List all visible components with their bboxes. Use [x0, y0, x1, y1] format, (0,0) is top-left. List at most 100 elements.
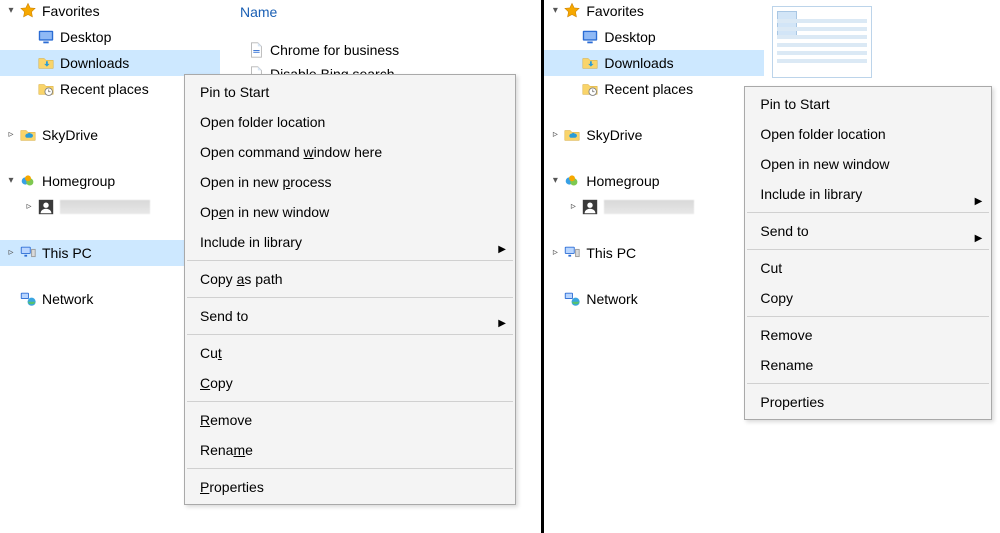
- menu-copy-as-path[interactable]: Copy as path: [186, 264, 514, 294]
- menu-open-folder-location[interactable]: Open folder location: [186, 107, 514, 137]
- network-label: Network: [42, 286, 101, 312]
- tree-item-homegroup[interactable]: ▾ Homegroup: [544, 168, 764, 194]
- menu-separator: [187, 260, 513, 261]
- menu-pin-to-start[interactable]: Pin to Start: [186, 77, 514, 107]
- chevron-right-icon: ▹: [4, 128, 18, 142]
- menu-separator: [187, 334, 513, 335]
- menu-separator: [187, 401, 513, 402]
- this-pc-label: This PC: [42, 240, 100, 266]
- star-icon: [562, 1, 582, 21]
- downloads-label: Downloads: [604, 50, 681, 76]
- homegroup-icon: [562, 171, 582, 191]
- menu-open-new-window[interactable]: Open in new window: [186, 197, 514, 227]
- pane-extended-menu: ▾ Favorites Desktop Downloads Recent pla…: [0, 0, 541, 533]
- menu-open-new-process[interactable]: Open in new process: [186, 167, 514, 197]
- menu-separator: [187, 468, 513, 469]
- menu-separator: [747, 249, 989, 250]
- tree-item-desktop[interactable]: Desktop: [0, 24, 220, 50]
- network-icon: [18, 289, 38, 309]
- chevron-right-icon: ▹: [548, 246, 562, 260]
- recent-places-icon: [580, 79, 600, 99]
- menu-rename[interactable]: Rename: [186, 435, 514, 465]
- homegroup-icon: [18, 171, 38, 191]
- star-icon: [18, 1, 38, 21]
- menu-include-in-library[interactable]: Include in library▶: [746, 179, 990, 209]
- user-icon: [36, 197, 56, 217]
- menu-copy[interactable]: Copy: [186, 368, 514, 398]
- downloads-folder-icon: [36, 53, 56, 73]
- user-icon: [580, 197, 600, 217]
- desktop-icon: [36, 27, 56, 47]
- this-pc-label: This PC: [586, 240, 644, 266]
- downloads-label: Downloads: [60, 50, 137, 76]
- context-menu-extended: Pin to Start Open folder location Open c…: [184, 74, 516, 505]
- chevron-down-icon: ▾: [548, 174, 562, 188]
- network-label: Network: [586, 286, 645, 312]
- skydrive-icon: [562, 125, 582, 145]
- desktop-icon: [580, 27, 600, 47]
- menu-pin-to-start[interactable]: Pin to Start: [746, 89, 990, 119]
- menu-properties[interactable]: Properties: [186, 472, 514, 502]
- menu-open-command-window[interactable]: Open command window here: [186, 137, 514, 167]
- homegroup-label: Homegroup: [586, 168, 667, 194]
- skydrive-label: SkyDrive: [42, 122, 106, 148]
- recent-places-icon: [36, 79, 56, 99]
- menu-separator: [747, 316, 989, 317]
- username-redacted: [60, 200, 150, 214]
- tree-item-user[interactable]: ▹: [544, 194, 764, 220]
- tree-item-this-pc[interactable]: ▹ This PC: [544, 240, 764, 266]
- menu-remove[interactable]: Remove: [186, 405, 514, 435]
- skydrive-label: SkyDrive: [586, 122, 650, 148]
- tree-item-recent-places[interactable]: Recent places: [544, 76, 764, 102]
- chevron-right-icon: ▹: [566, 200, 580, 214]
- username-redacted: [604, 200, 694, 214]
- chevron-down-icon: ▾: [4, 4, 18, 18]
- desktop-label: Desktop: [60, 24, 119, 50]
- desktop-label: Desktop: [604, 24, 663, 50]
- chevron-right-icon: ▹: [548, 128, 562, 142]
- chevron-down-icon: ▾: [4, 174, 18, 188]
- menu-cut[interactable]: Cut: [746, 253, 990, 283]
- menu-copy[interactable]: Copy: [746, 283, 990, 313]
- menu-include-in-library[interactable]: Include in library▶: [186, 227, 514, 257]
- context-menu-standard: Pin to Start Open folder location Open i…: [744, 86, 992, 420]
- item-label: Chrome for business: [270, 42, 399, 58]
- menu-send-to[interactable]: Send to▶: [746, 216, 990, 246]
- menu-send-to[interactable]: Send to▶: [186, 301, 514, 331]
- menu-separator: [747, 212, 989, 213]
- tree-item-downloads[interactable]: Downloads: [544, 50, 764, 76]
- favorites-label: Favorites: [586, 0, 652, 24]
- menu-open-new-window[interactable]: Open in new window: [746, 149, 990, 179]
- tree-item-downloads[interactable]: Downloads: [0, 50, 220, 76]
- tree-item-desktop[interactable]: Desktop: [544, 24, 764, 50]
- menu-separator: [747, 383, 989, 384]
- chevron-right-icon: ▹: [22, 200, 36, 214]
- network-icon: [562, 289, 582, 309]
- file-icon: [246, 40, 266, 60]
- recent-places-label: Recent places: [60, 76, 157, 102]
- menu-properties[interactable]: Properties: [746, 387, 990, 417]
- homegroup-label: Homegroup: [42, 168, 123, 194]
- favorites-label: Favorites: [42, 0, 108, 24]
- downloads-folder-icon: [580, 53, 600, 73]
- column-header-name[interactable]: Name: [240, 4, 277, 20]
- this-pc-icon: [562, 243, 582, 263]
- menu-remove[interactable]: Remove: [746, 320, 990, 350]
- tree-item-favorites[interactable]: ▾ Favorites: [0, 0, 220, 24]
- list-item[interactable]: Chrome for business: [246, 38, 399, 62]
- tree-item-skydrive[interactable]: ▹ SkyDrive: [544, 122, 764, 148]
- chevron-right-icon: ▹: [4, 246, 18, 260]
- menu-rename[interactable]: Rename: [746, 350, 990, 380]
- menu-cut[interactable]: Cut: [186, 338, 514, 368]
- this-pc-icon: [18, 243, 38, 263]
- nav-tree: ▾ Favorites Desktop Downloads Recent pla…: [544, 0, 764, 312]
- menu-open-folder-location[interactable]: Open folder location: [746, 119, 990, 149]
- menu-separator: [187, 297, 513, 298]
- preview-thumbnail[interactable]: [772, 6, 872, 78]
- tree-item-network[interactable]: Network: [544, 286, 764, 312]
- tree-item-favorites[interactable]: ▾ Favorites: [544, 0, 764, 24]
- recent-places-label: Recent places: [604, 76, 701, 102]
- chevron-down-icon: ▾: [548, 4, 562, 18]
- skydrive-icon: [18, 125, 38, 145]
- pane-standard-menu: ▾ Favorites Desktop Downloads Recent pla…: [544, 0, 1000, 533]
